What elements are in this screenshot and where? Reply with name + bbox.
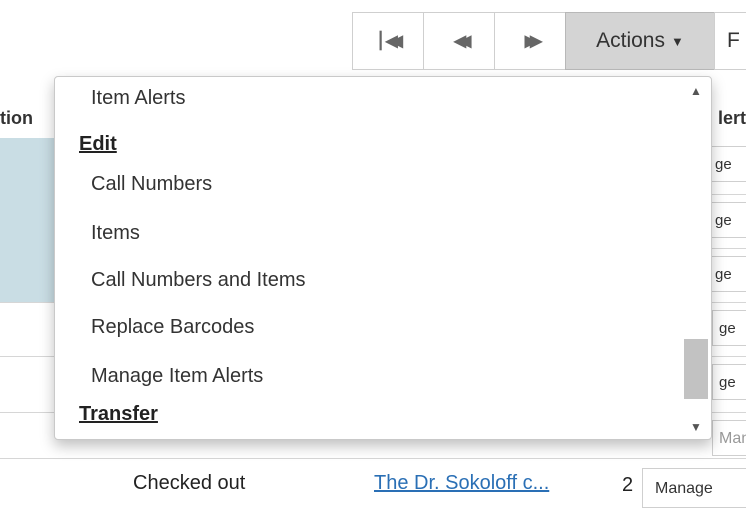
previous-page-button[interactable]: ◀◀ <box>423 12 495 70</box>
manage-button[interactable]: Manage <box>642 468 746 508</box>
menu-item-call-numbers[interactable]: Call Numbers <box>91 173 212 196</box>
actions-dropdown-menu: Item Alerts Edit Call Numbers Items Call… <box>54 76 712 440</box>
next-page-button[interactable]: ▶▶ <box>494 12 566 70</box>
clipped-button-label: F <box>727 29 740 52</box>
scroll-up-icon[interactable]: ▲ <box>681 81 711 101</box>
menu-item-replace-barcodes[interactable]: Replace Barcodes <box>91 316 254 339</box>
scroll-down-icon[interactable]: ▼ <box>681 417 711 437</box>
first-page-button[interactable]: ▏◀◀ <box>352 12 424 70</box>
next-page-icon: ▶▶ <box>524 33 542 50</box>
menu-header-edit: Edit <box>79 133 117 155</box>
grid-header-right: lert <box>718 108 746 128</box>
menu-item-items[interactable]: Items <box>91 222 140 245</box>
menu-header-transfer: Transfer <box>79 403 158 425</box>
scrollbar-thumb[interactable] <box>684 339 708 399</box>
manage-button[interactable]: Manage <box>712 420 746 456</box>
manage-button[interactable]: ge <box>712 310 746 346</box>
menu-item-item-alerts[interactable]: Item Alerts <box>91 87 185 110</box>
grid-header-left: tion <box>0 108 33 128</box>
menu-item-manage-item-alerts[interactable]: Manage Item Alerts <box>91 365 263 388</box>
menu-item-call-numbers-and-items[interactable]: Call Numbers and Items <box>91 269 306 292</box>
manage-button[interactable]: ge <box>712 364 746 400</box>
actions-button[interactable]: Actions ▼ <box>565 12 715 70</box>
previous-page-icon: ◀◀ <box>453 33 471 50</box>
actions-label: Actions <box>596 29 665 52</box>
item-title-link[interactable]: The Dr. Sokoloff c... <box>374 472 549 495</box>
caret-down-icon: ▼ <box>671 33 684 49</box>
first-page-icon: ▏◀◀ <box>380 33 403 50</box>
table-row[interactable]: Checked out The Dr. Sokoloff c... 2 Mana… <box>0 462 746 508</box>
item-count: 2 <box>622 474 634 496</box>
item-status: Checked out <box>133 472 246 494</box>
clipped-toolbar-button[interactable]: F <box>714 12 746 70</box>
menu-scrollbar[interactable]: ▲ ▼ <box>681 77 711 439</box>
toolbar: ▏◀◀ ◀◀ ▶▶ Actions ▼ F <box>352 12 746 70</box>
